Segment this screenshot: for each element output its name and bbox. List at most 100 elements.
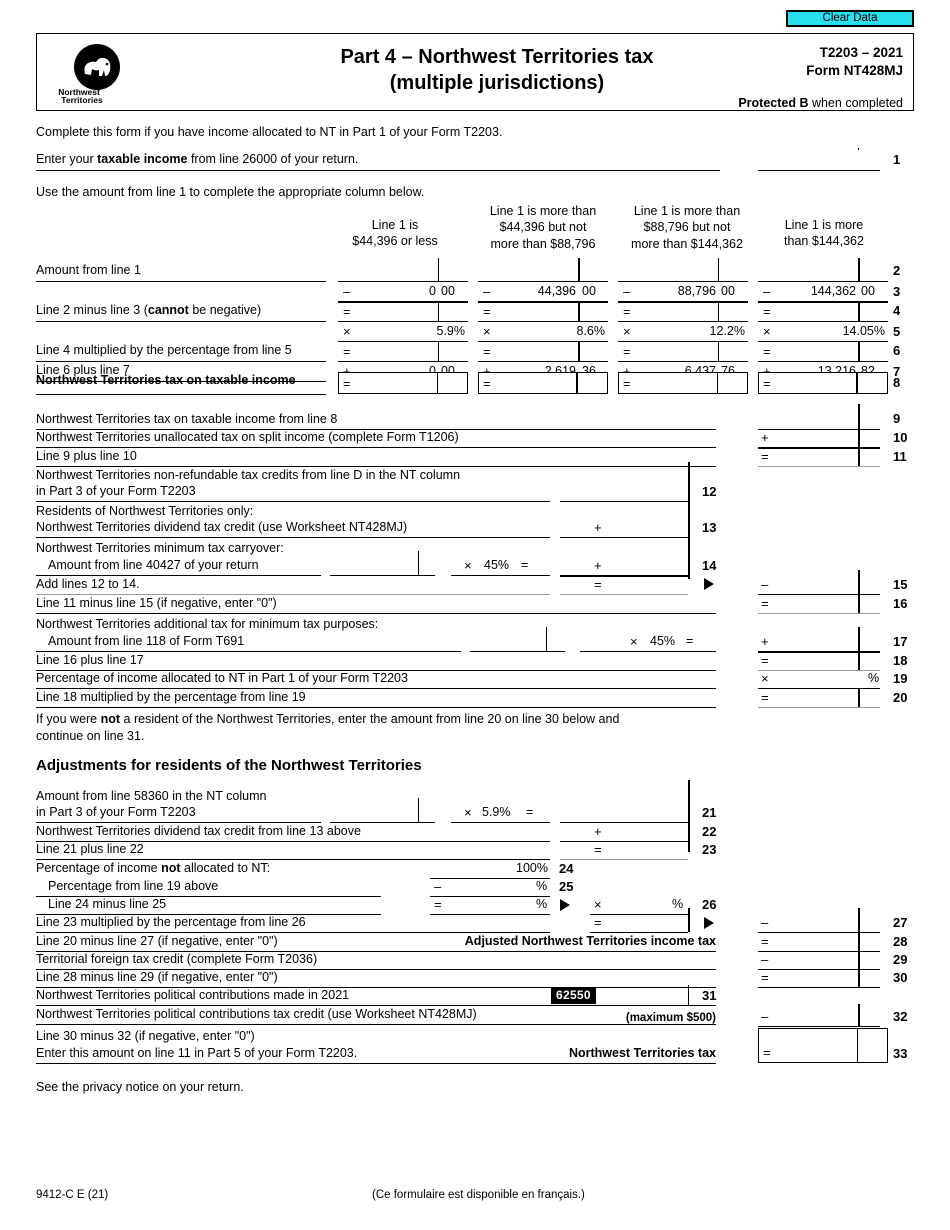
bracket-r6-c3-operator: = xyxy=(623,344,631,359)
bracket-r8-c1-total-box[interactable]: = xyxy=(338,372,468,394)
bracket-r5-c4-rule xyxy=(758,341,888,342)
line-number-28: 28 xyxy=(893,934,908,949)
bracket-row-4-label-pre: Line 2 minus line 3 ( xyxy=(36,303,148,317)
bracket-r6-c1-input[interactable] xyxy=(352,343,466,361)
line22-label: Northwest Territories dividend tax credi… xyxy=(36,824,361,838)
bracket-r8-c3-cents-divider xyxy=(717,373,718,393)
line31-input[interactable] xyxy=(600,988,688,1005)
bracket-r3-c3-operator: – xyxy=(623,284,631,299)
line26-label: Line 24 minus line 25 xyxy=(48,897,167,911)
line21-calc-rule xyxy=(451,822,550,823)
line30-input[interactable] xyxy=(775,970,880,987)
line26-inner-input[interactable] xyxy=(448,897,533,914)
clear-data-button[interactable]: Clear Data xyxy=(786,10,914,27)
line29-operator: – xyxy=(761,952,769,967)
line14-operator: + xyxy=(594,558,602,573)
line25-input[interactable] xyxy=(448,879,533,896)
line29-cents-divider xyxy=(858,951,860,969)
line16-input[interactable] xyxy=(775,596,880,613)
bracket-r3-c1-cents: 00 xyxy=(441,284,455,298)
protected-b-bold: Protected B xyxy=(738,95,809,110)
bracket-r2-c3-input[interactable] xyxy=(618,262,748,281)
intro-instruction-2: Use the amount from line 1 to complete t… xyxy=(36,185,425,199)
line21-amount-input[interactable] xyxy=(330,805,435,822)
line-number-4: 4 xyxy=(893,303,901,318)
line27-input[interactable] xyxy=(775,915,880,932)
bracket-r8-c2-total-box[interactable]: = xyxy=(478,372,608,394)
bracket-r4-c3-input[interactable] xyxy=(632,303,746,321)
line1-label-rule xyxy=(36,170,720,171)
line17-multiply-operator: × xyxy=(630,634,638,649)
line27-label: Line 23 multiplied by the percentage fro… xyxy=(36,915,306,929)
line30-cents-divider xyxy=(858,969,860,987)
bracket-r2-c3-cents-divider xyxy=(718,258,719,281)
line9-input[interactable] xyxy=(758,411,880,429)
line14-input[interactable] xyxy=(608,558,688,575)
line28-operator: = xyxy=(761,934,769,949)
line14-amount-input[interactable] xyxy=(330,558,435,575)
line33-total-box[interactable]: = xyxy=(758,1028,888,1063)
bracket-r6-c4-input[interactable] xyxy=(772,343,886,361)
line19-label-rule xyxy=(36,688,716,689)
bracket-r2-c1-input[interactable] xyxy=(338,262,468,281)
line30-field-rule xyxy=(758,987,880,988)
bracket-row-4-label: Line 2 minus line 3 (cannot be negative) xyxy=(36,303,261,319)
line-number-2: 2 xyxy=(893,263,901,278)
bracket-r2-c2-input[interactable] xyxy=(478,262,608,281)
line-number-6: 6 xyxy=(893,343,901,358)
bracket-r8-c4-cents-divider xyxy=(856,373,858,393)
line15-inner-input[interactable] xyxy=(608,577,688,594)
line11-input[interactable] xyxy=(775,449,880,466)
bracket-r4-c4-cents-divider xyxy=(858,301,860,321)
line-number-16: 16 xyxy=(893,596,908,611)
line26-operator: × xyxy=(594,897,602,912)
bracket-r4-c2-input[interactable] xyxy=(492,303,606,321)
line17-input[interactable] xyxy=(775,634,880,651)
line9-label: Northwest Territories tax on taxable inc… xyxy=(36,412,338,426)
line17-percent: 45% xyxy=(650,634,676,648)
line28-input[interactable] xyxy=(775,934,880,951)
line13-input[interactable] xyxy=(608,520,688,537)
bracket-row-2-label: Amount from line 1 xyxy=(36,263,141,277)
line31-label-rule xyxy=(36,1005,716,1006)
bracket-col-1-heading: Line 1 is $44,396 or less xyxy=(330,217,460,250)
line12-input[interactable] xyxy=(590,484,688,501)
line29-input[interactable] xyxy=(775,952,880,969)
bracket-r8-c4-total-box[interactable]: = xyxy=(758,372,888,394)
line32-input[interactable] xyxy=(775,1009,880,1026)
line13-operator: + xyxy=(594,520,602,535)
bracket-r4-c3-cents-divider xyxy=(718,301,719,321)
line15-label: Add lines 12 to 14. xyxy=(36,577,140,591)
page-title: Part 4 – Northwest Territories tax (mult… xyxy=(227,45,767,96)
bracket-r2-c4-input[interactable] xyxy=(758,262,888,281)
line-number-27: 27 xyxy=(893,915,908,930)
line1-label: Enter your taxable income from line 2600… xyxy=(36,152,358,168)
bracket-r8-c3-total-box[interactable]: = xyxy=(618,372,748,394)
line27-inner-input[interactable] xyxy=(608,915,688,932)
line17-amount-input[interactable] xyxy=(470,634,565,651)
line15-input[interactable] xyxy=(775,577,880,594)
line26-input[interactable] xyxy=(608,897,670,914)
line20-operator: = xyxy=(761,690,769,705)
bracket-r6-c3-input[interactable] xyxy=(632,343,746,361)
line-number-8: 8 xyxy=(893,375,901,390)
line22-input[interactable] xyxy=(608,824,688,841)
line23-input[interactable] xyxy=(608,842,688,859)
bracket-r4-c3-operator: = xyxy=(623,304,631,319)
line1-input[interactable] xyxy=(758,150,880,170)
line20-input[interactable] xyxy=(775,690,880,707)
bracket-r2-c3-rule xyxy=(618,281,748,282)
bracket-r4-c4-input[interactable] xyxy=(772,303,886,321)
form-page: Clear Data Northwest Territories Part 4 … xyxy=(0,0,950,1230)
line10-input[interactable] xyxy=(775,430,880,447)
line23-label: Line 21 plus line 22 xyxy=(36,842,144,856)
bracket-r4-c1-input[interactable] xyxy=(352,303,466,321)
line21-input[interactable] xyxy=(594,805,688,822)
bracket-r6-c2-input[interactable] xyxy=(492,343,606,361)
line24-label: Percentage of income not allocated to NT… xyxy=(36,861,270,877)
line-number-9: 9 xyxy=(893,411,901,426)
line19-input[interactable] xyxy=(775,671,865,688)
line18-input[interactable] xyxy=(775,653,880,670)
line17-label-l2: Amount from line 118 of Form T691 xyxy=(48,634,245,648)
line25-operator: – xyxy=(434,879,442,894)
